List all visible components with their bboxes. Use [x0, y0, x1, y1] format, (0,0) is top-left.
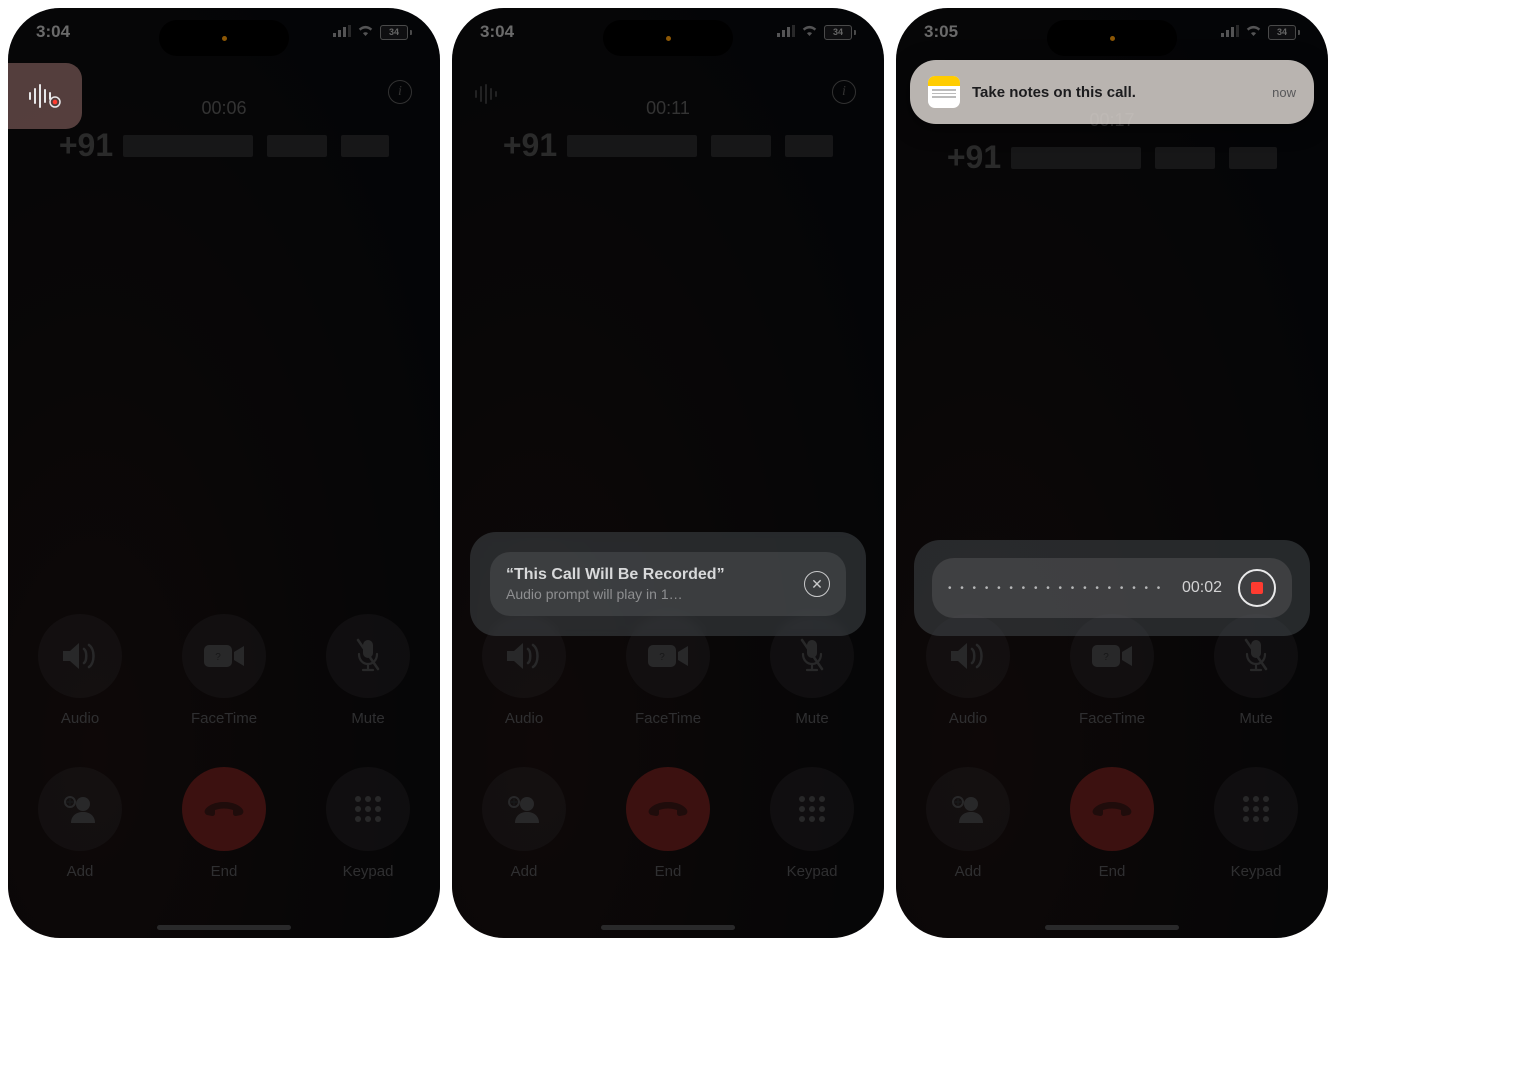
signal-icon	[1221, 22, 1239, 42]
add-button[interactable]: Add	[926, 767, 1010, 880]
keypad-button[interactable]: Keypad	[1214, 767, 1298, 880]
svg-text:?: ?	[1103, 652, 1109, 663]
clock: 3:04	[480, 22, 514, 42]
home-indicator[interactable]	[1045, 925, 1179, 930]
signal-icon	[777, 22, 795, 42]
waveform-icon	[28, 83, 62, 109]
end-call-button[interactable]: End	[626, 767, 710, 880]
clock: 3:05	[924, 22, 958, 42]
call-controls: Audio ?FaceTime Mute Add End Keypad	[8, 614, 440, 880]
call-controls: Audio ?FaceTime Mute Add End Keypad	[452, 614, 884, 880]
add-button[interactable]: Add	[38, 767, 122, 880]
phone-number-redacted	[567, 135, 833, 157]
home-indicator[interactable]	[601, 925, 735, 930]
add-button[interactable]: Add	[482, 767, 566, 880]
svg-text:?: ?	[215, 652, 221, 663]
battery-indicator: 34	[380, 25, 412, 40]
phone-country-code: +91	[947, 139, 1001, 176]
call-duration: 00:11	[452, 98, 884, 119]
wifi-icon	[1245, 22, 1262, 42]
sheet-title: “This Call Will Be Recorded”	[506, 566, 792, 584]
phone-number-redacted	[1011, 147, 1277, 169]
end-call-button[interactable]: End	[182, 767, 266, 880]
svg-text:?: ?	[659, 652, 665, 663]
wifi-icon	[357, 22, 374, 42]
keypad-button[interactable]: Keypad	[770, 767, 854, 880]
clock: 3:04	[36, 22, 70, 42]
phone-country-code: +91	[503, 127, 557, 164]
record-call-button[interactable]	[8, 63, 82, 129]
home-indicator[interactable]	[157, 925, 291, 930]
stop-recording-button[interactable]	[1238, 569, 1276, 607]
waveform-dots: • • • • • • • • • • • • • • • • • • • • …	[948, 583, 1166, 594]
screen-3: 3:05 34 Take notes on this call. now 00:…	[896, 8, 1328, 938]
notification-message: Take notes on this call.	[972, 84, 1260, 101]
wifi-icon	[801, 22, 818, 42]
phone-number-redacted	[123, 135, 389, 157]
mute-button[interactable]: Mute	[326, 614, 410, 727]
status-bar: 3:04 34	[8, 8, 440, 42]
sheet-subtitle: Audio prompt will play in 1…	[506, 586, 792, 602]
screen-2: 3:04 34 i 00:11 +91 “This Call Will Be R…	[452, 8, 884, 938]
call-header: 00:11 +91	[452, 98, 884, 164]
cancel-recording-button[interactable]: ✕	[804, 571, 830, 597]
audio-button[interactable]: Audio	[38, 614, 122, 727]
phone-country-code: +91	[59, 127, 113, 164]
notes-app-icon	[928, 76, 960, 108]
notes-notification[interactable]: Take notes on this call. now	[910, 60, 1314, 124]
status-bar: 3:05 34	[896, 8, 1328, 42]
recording-bar: • • • • • • • • • • • • • • • • • • • • …	[914, 540, 1310, 636]
close-icon: ✕	[811, 577, 823, 591]
recording-duration: 00:02	[1182, 579, 1222, 597]
call-controls: Audio ?FaceTime Mute Add End Keypad	[896, 614, 1328, 880]
screen-1: 3:04 34 i 00:06 +91 Audio ?FaceTime Mute…	[8, 8, 440, 938]
notification-time: now	[1272, 85, 1296, 100]
battery-indicator: 34	[1268, 25, 1300, 40]
battery-indicator: 34	[824, 25, 856, 40]
facetime-button[interactable]: ?FaceTime	[182, 614, 266, 727]
status-bar: 3:04 34	[452, 8, 884, 42]
signal-icon	[333, 22, 351, 42]
end-call-button[interactable]: End	[1070, 767, 1154, 880]
recording-prompt-sheet: “This Call Will Be Recorded” Audio promp…	[470, 532, 866, 636]
keypad-button[interactable]: Keypad	[326, 767, 410, 880]
stop-icon	[1251, 582, 1263, 594]
waveform-icon	[474, 83, 502, 110]
